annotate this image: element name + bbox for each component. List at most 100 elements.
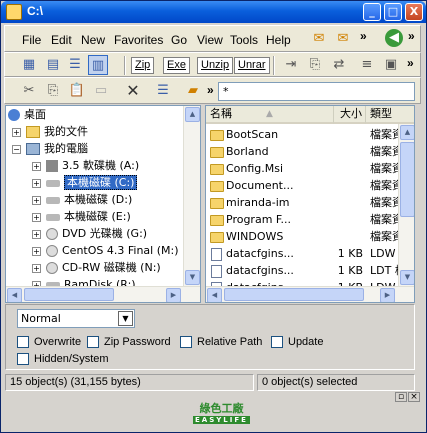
- tree-item-drive-c[interactable]: + 本機磁碟 (C:): [32, 174, 138, 191]
- file-row[interactable]: WINDOWS 檔案資: [206, 228, 411, 245]
- new-folder-icon[interactable]: ▰: [183, 81, 203, 101]
- list-view-icon[interactable]: ☰: [65, 55, 85, 75]
- scroll-thumb[interactable]: [400, 142, 414, 217]
- copy-icon[interactable]: ⎘: [43, 81, 63, 101]
- file-row[interactable]: miranda-im 檔案資: [206, 194, 411, 211]
- expand-icon[interactable]: +: [32, 161, 41, 171]
- delete-icon[interactable]: ✕: [123, 81, 143, 101]
- mail-icon[interactable]: ✉: [309, 29, 329, 49]
- update-checkbox[interactable]: Update: [271, 336, 323, 349]
- tree-item-drive-g[interactable]: + DVD 光碟機 (G:): [32, 225, 147, 242]
- filter-dropdown[interactable]: Normal ▼: [17, 309, 135, 328]
- files-vertical-scrollbar[interactable]: ▲ ▼: [398, 124, 414, 286]
- tree-item-desktop[interactable]: 桌面: [8, 106, 46, 123]
- file-row[interactable]: Config.Msi 檔案資: [206, 160, 411, 177]
- scroll-left-icon[interactable]: ◀: [7, 288, 22, 302]
- large-icons-icon[interactable]: ▦: [19, 55, 39, 75]
- file-row[interactable]: datacfgins... 1 KB LDW 檔: [206, 245, 411, 262]
- maximize-button[interactable]: □: [384, 3, 402, 21]
- close-button[interactable]: X: [405, 3, 423, 21]
- expand-icon[interactable]: +: [32, 178, 41, 188]
- exe-button[interactable]: Exe: [163, 57, 190, 74]
- menu-help[interactable]: Help: [266, 33, 291, 47]
- expand-icon[interactable]: +: [12, 127, 21, 137]
- tree-item-my-computer[interactable]: − 我的電腦: [12, 140, 88, 157]
- file-name: WINDOWS: [226, 230, 284, 243]
- scroll-down-icon[interactable]: ▼: [400, 270, 414, 285]
- menu-overflow-chevron[interactable]: »: [360, 29, 367, 43]
- scroll-right-icon[interactable]: ▶: [166, 288, 181, 302]
- title-bar[interactable]: C:\ _ □ X: [1, 1, 426, 23]
- column-header-name[interactable]: 名稱 ▲: [206, 106, 334, 124]
- expand-icon[interactable]: +: [32, 212, 41, 222]
- status-object-count: 15 object(s) (31,155 bytes): [5, 374, 254, 391]
- scroll-thumb[interactable]: [224, 288, 364, 301]
- menu-tools[interactable]: Tools: [230, 33, 258, 47]
- relative-path-checkbox[interactable]: Relative Path: [180, 336, 262, 349]
- tree-horizontal-scrollbar[interactable]: ◀ ▶: [6, 286, 200, 302]
- expand-icon[interactable]: +: [32, 263, 41, 273]
- filter-input[interactable]: *: [218, 82, 415, 101]
- toolbar-separator: [124, 56, 126, 75]
- edit-overflow-chevron[interactable]: »: [207, 83, 214, 97]
- back-icon[interactable]: ◀: [385, 29, 403, 47]
- menu-favorites[interactable]: Favorites: [114, 33, 163, 47]
- expand-icon[interactable]: +: [32, 195, 41, 205]
- tree-item-drive-m[interactable]: + CentOS 4.3 Final (M:): [32, 242, 179, 259]
- tree-item-drive-n[interactable]: + CD-RW 磁碟機 (N:): [32, 259, 161, 276]
- move-to-icon[interactable]: ⇥: [281, 55, 301, 75]
- restore-small-icon[interactable]: ▫: [395, 392, 407, 402]
- paste-icon[interactable]: 📋: [67, 81, 87, 101]
- mail-open-icon[interactable]: ✉: [333, 29, 353, 49]
- file-row[interactable]: Borland 檔案資: [206, 143, 411, 160]
- small-icons-icon[interactable]: ▤: [43, 55, 63, 75]
- overwrite-checkbox[interactable]: Overwrite: [17, 336, 81, 349]
- tree-item-drive-e[interactable]: + 本機磁碟 (E:): [32, 208, 131, 225]
- select-all-icon[interactable]: ▣: [381, 55, 401, 75]
- tree-vertical-scrollbar[interactable]: ▲ ▼: [183, 106, 200, 286]
- toolbar-overflow-chevron[interactable]: »: [407, 56, 414, 70]
- nav-overflow-chevron[interactable]: »: [408, 29, 415, 43]
- scroll-down-icon[interactable]: ▼: [185, 270, 200, 285]
- unzip-button[interactable]: Unzip: [197, 57, 234, 74]
- file-row[interactable]: Document... 檔案資: [206, 177, 411, 194]
- collapse-icon[interactable]: −: [12, 144, 21, 154]
- details-view-icon[interactable]: ▥: [88, 55, 108, 75]
- copy-to-icon[interactable]: ⎘: [305, 55, 325, 75]
- file-row[interactable]: datacfgins... 1 KB LDT 檔: [206, 262, 411, 279]
- scroll-thumb[interactable]: [24, 288, 114, 301]
- properties-icon[interactable]: ≡: [357, 55, 377, 75]
- minimize-button[interactable]: _: [363, 3, 381, 21]
- zip-button[interactable]: Zip: [131, 57, 155, 74]
- properties-list-icon[interactable]: ☰: [153, 81, 173, 101]
- hidden-system-checkbox[interactable]: Hidden/System: [17, 353, 109, 366]
- expand-icon[interactable]: +: [32, 229, 41, 239]
- files-horizontal-scrollbar[interactable]: ◀ ▶: [206, 286, 414, 302]
- scroll-up-icon[interactable]: ▲: [400, 125, 414, 140]
- unrar-button[interactable]: Unrar: [234, 57, 270, 74]
- expand-icon[interactable]: +: [32, 246, 41, 256]
- menu-go[interactable]: Go: [171, 33, 187, 47]
- scroll-right-icon[interactable]: ▶: [380, 288, 395, 302]
- folder-tree: 桌面 + 我的文件 − 我的電腦 +3.5 軟碟機 (A:) + 本機磁碟 (C:) …: [5, 105, 201, 303]
- tree-item-my-documents[interactable]: + 我的文件: [12, 123, 88, 140]
- scroll-left-icon[interactable]: ◀: [207, 288, 222, 302]
- tree-item-drive-a[interactable]: +3.5 軟碟機 (A:): [32, 157, 139, 174]
- compare-icon[interactable]: ⇄: [329, 55, 349, 75]
- file-row[interactable]: Program F... 檔案資: [206, 211, 411, 228]
- tree-item-drive-d[interactable]: + 本機磁碟 (D:): [32, 191, 132, 208]
- zip-password-checkbox[interactable]: Zip Password: [87, 336, 171, 349]
- column-header-size[interactable]: 大小: [334, 106, 366, 124]
- menu-view[interactable]: View: [197, 33, 223, 47]
- close-small-icon[interactable]: ×: [408, 392, 420, 402]
- chevron-down-icon[interactable]: ▼: [118, 311, 133, 326]
- cut-icon[interactable]: ✂: [19, 81, 39, 101]
- paste-shortcut-icon[interactable]: ▭: [91, 81, 111, 101]
- file-type: 檔案資: [370, 213, 400, 226]
- menu-edit[interactable]: Edit: [51, 33, 72, 47]
- scroll-up-icon[interactable]: ▲: [185, 107, 200, 122]
- menu-file[interactable]: File: [22, 33, 41, 47]
- menu-new[interactable]: New: [81, 33, 105, 47]
- file-row[interactable]: BootScan 檔案資: [206, 126, 411, 143]
- column-header-type[interactable]: 類型: [366, 106, 414, 124]
